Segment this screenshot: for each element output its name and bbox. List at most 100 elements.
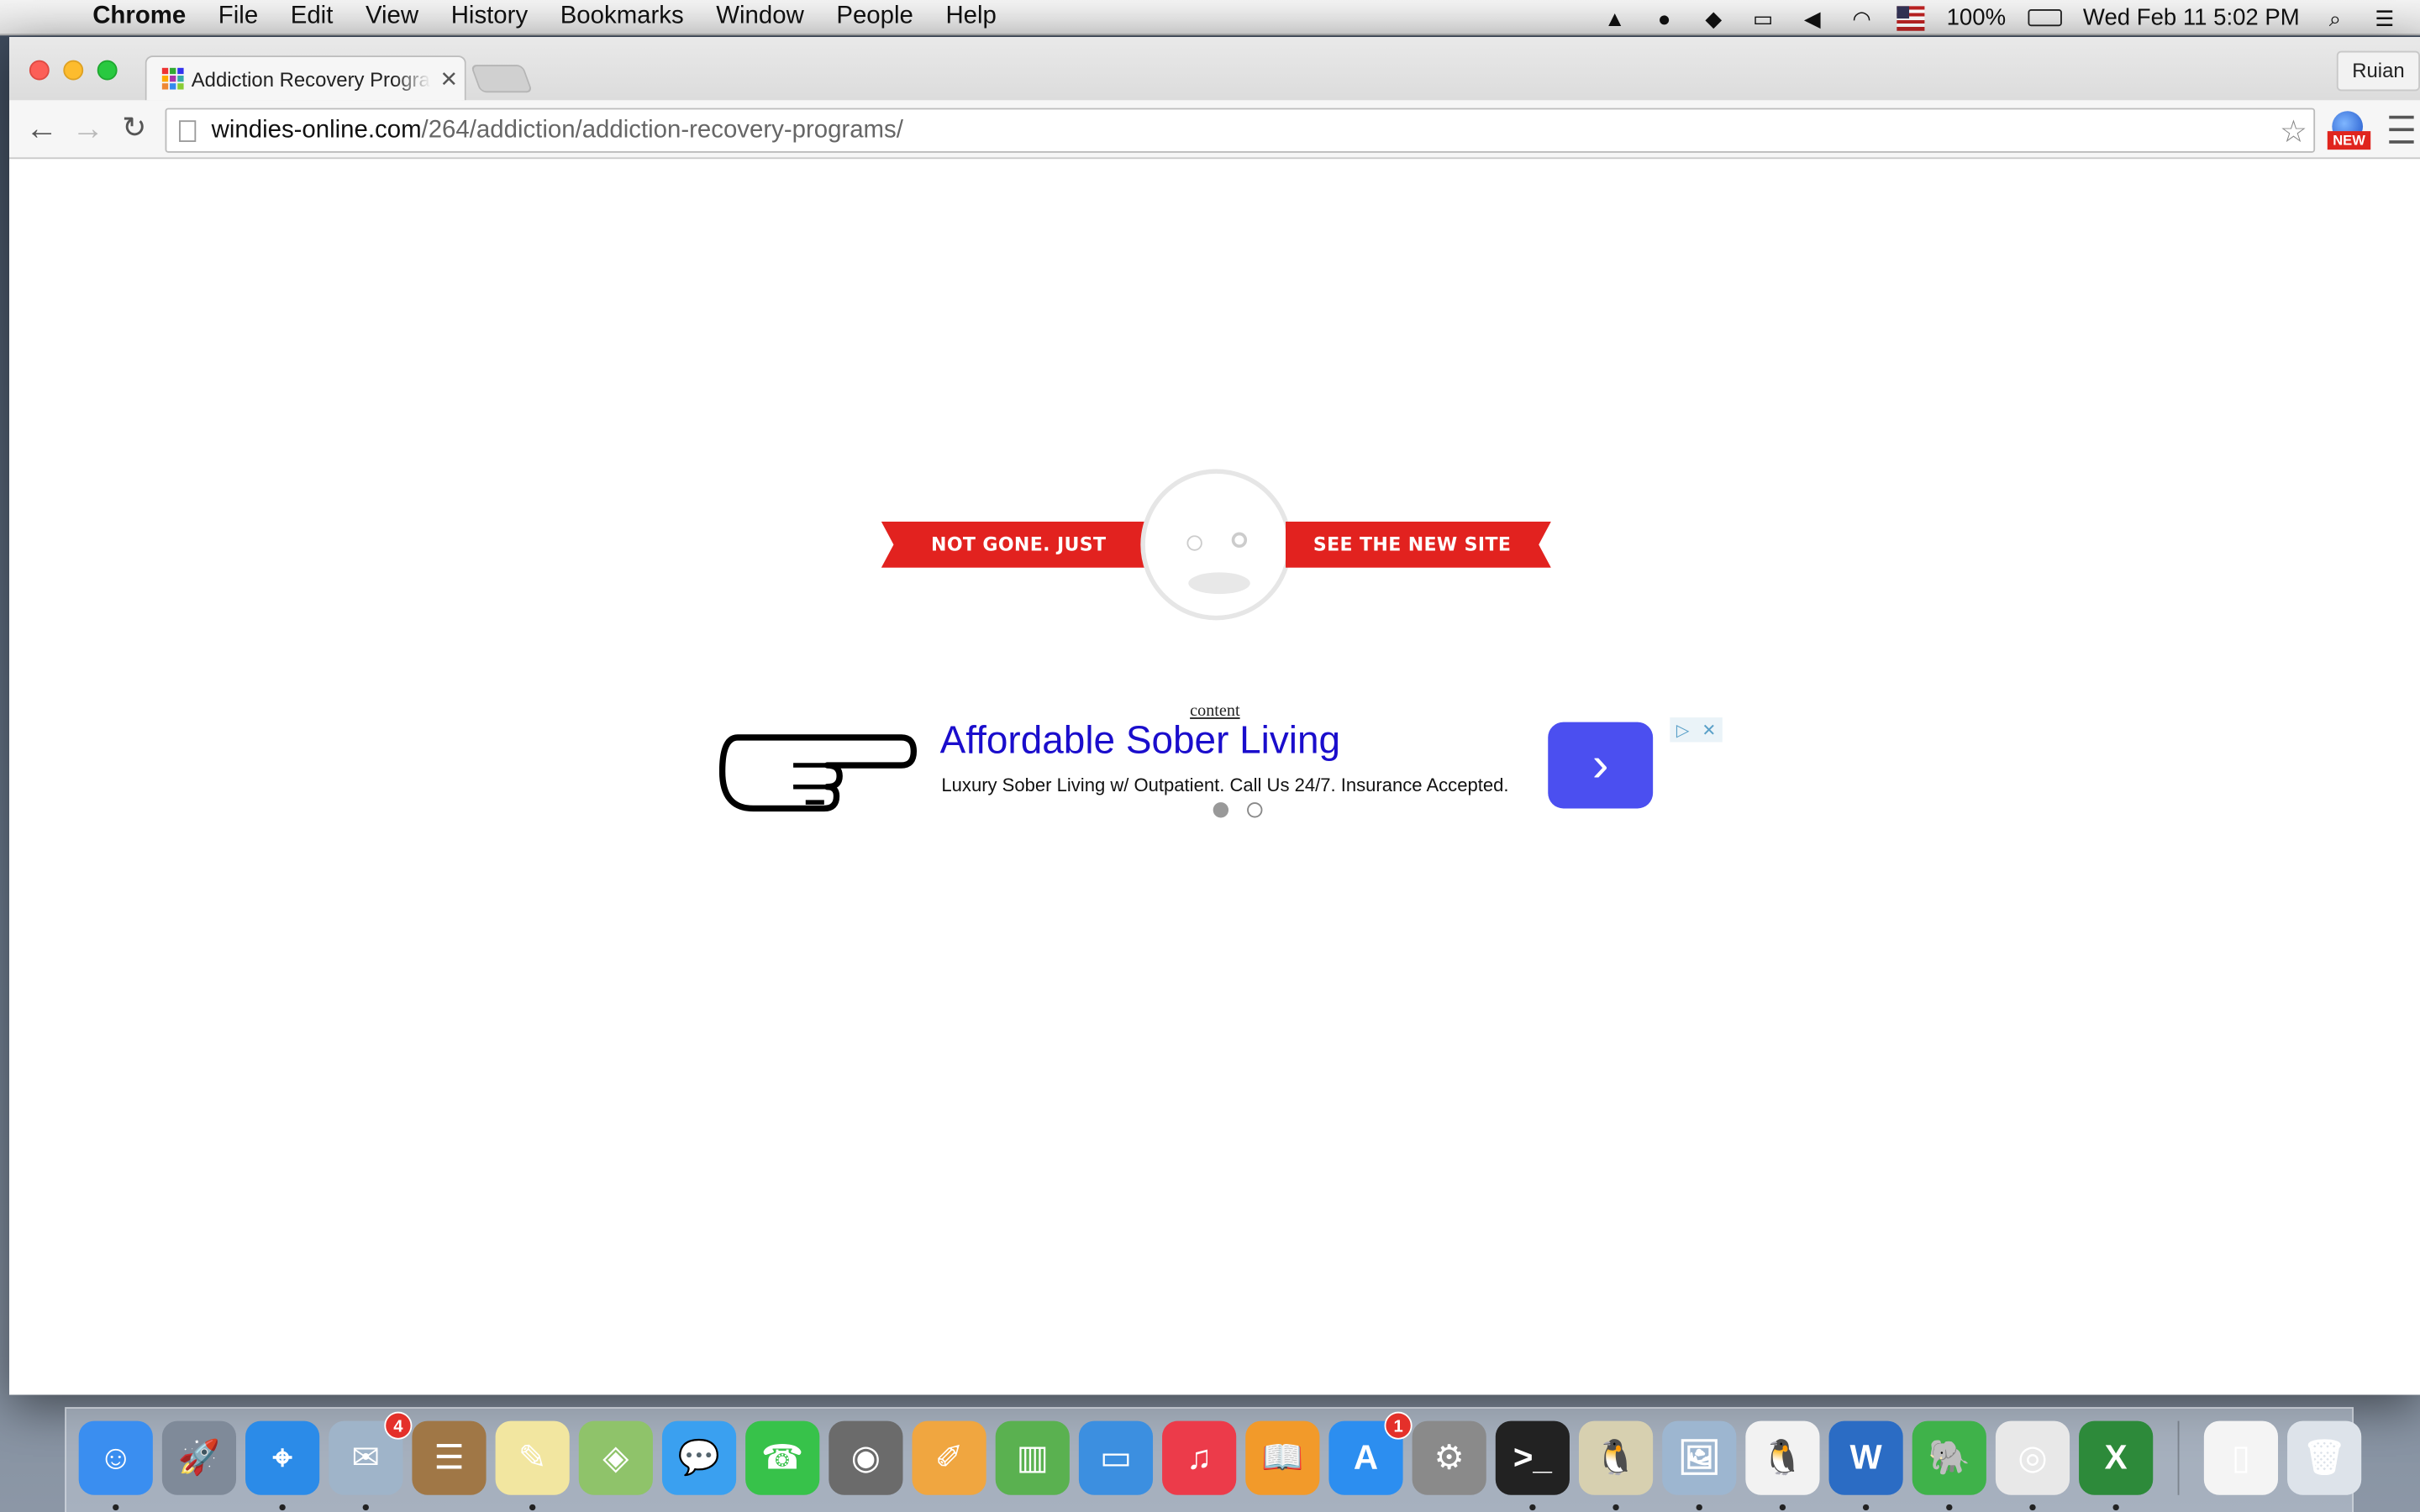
documents-stack-icon[interactable]: ▯ <box>2203 1420 2279 1495</box>
chrome-icon[interactable]: ◎ <box>1995 1420 2070 1511</box>
numbers-icon[interactable]: ▥ <box>995 1420 1070 1495</box>
app-menu[interactable]: Chrome <box>92 3 186 31</box>
ad-title-link[interactable]: Affordable Sober Living <box>940 719 1341 764</box>
ribbon-not-gone[interactable]: NOT GONE. JUST MOVED <box>881 521 1147 568</box>
input-source-flag-icon[interactable] <box>1897 5 1925 30</box>
menu-people[interactable]: People <box>836 3 913 31</box>
maps-icon[interactable]: ◈ <box>578 1420 653 1495</box>
evernote-status-icon[interactable]: ◆ <box>1700 5 1728 29</box>
spotlight-search-icon[interactable]: ⌕ <box>2321 5 2349 29</box>
pages-icon[interactable]: ✐ <box>912 1420 986 1495</box>
battery-percent: 100% <box>1946 4 2007 31</box>
volume-icon[interactable]: ◀ <box>1798 5 1826 29</box>
notification-bell-icon[interactable]: ▲ <box>1601 5 1628 29</box>
menu-window[interactable]: Window <box>716 3 804 31</box>
running-indicator <box>1612 1504 1619 1511</box>
ad-unit[interactable]: Affordable Sober Living Luxury Sober Liv… <box>718 716 1738 824</box>
menu-history[interactable]: History <box>451 3 528 31</box>
carousel-dot-1[interactable] <box>1213 802 1229 818</box>
terminal-icon[interactable]: >_ <box>1495 1420 1570 1511</box>
desktop: Chrome File Edit View History Bookmarks … <box>0 0 2420 1512</box>
menu-help[interactable]: Help <box>945 3 996 31</box>
ibooks-icon[interactable]: 📖 <box>1245 1420 1320 1495</box>
safari-icon[interactable]: ⌖ <box>245 1420 320 1511</box>
new-tab-button[interactable] <box>470 65 534 93</box>
qq-icon[interactable]: 🐧 <box>1745 1420 1820 1511</box>
menubar-clock[interactable]: Wed Feb 11 5:02 PM <box>2083 5 2300 31</box>
close-window-button[interactable] <box>29 60 50 81</box>
menu-bookmarks[interactable]: Bookmarks <box>560 3 684 31</box>
browser-toolbar: ← → ↻ windies-online.com/264/addiction/a… <box>9 100 2420 160</box>
minimize-window-button[interactable] <box>63 60 84 81</box>
tab-strip: Addiction Recovery Programs ✕ Ruian <box>9 37 2420 101</box>
running-indicator <box>1779 1504 1786 1511</box>
ad-choices-icon[interactable]: ▷ ✕ <box>1670 717 1723 743</box>
running-indicator <box>1696 1504 1702 1511</box>
reload-icon[interactable]: ↻ <box>118 113 151 146</box>
cyberduck-icon[interactable]: 🐧 <box>1578 1420 1654 1511</box>
messages-icon[interactable]: 💬 <box>661 1420 737 1495</box>
word-icon[interactable]: W <box>1828 1420 1903 1511</box>
menu-view[interactable]: View <box>366 3 418 31</box>
wifi-icon[interactable]: ◠ <box>1848 5 1876 29</box>
dock: ☺ 🚀 ⌖ ✉ 4 ☰ ✎ ◈ 💬 ☎ ◉ ✐ ▥ ▭ ♫ 📖 A 1 ⚙ >_ 🐧 🖼 🐧 W 🐘 ◎ X ▯ 🗑 <box>65 1407 2362 1512</box>
airplay-icon[interactable]: ▭ <box>1749 5 1777 29</box>
page-icon <box>179 119 197 142</box>
forward-arrow-icon[interactable]: → <box>71 112 104 146</box>
qq-status-icon[interactable]: ● <box>1650 5 1678 29</box>
menu-bar: Chrome File Edit View History Bookmarks … <box>0 0 2420 36</box>
running-indicator <box>1946 1504 1953 1511</box>
trash-icon[interactable]: 🗑 <box>2287 1420 2362 1495</box>
notes-icon[interactable]: ✎ <box>495 1420 570 1511</box>
pointing-hand-icon <box>718 734 918 812</box>
contacts-icon[interactable]: ☰ <box>412 1420 487 1495</box>
extension-icon[interactable]: NEW <box>2327 111 2371 151</box>
ribbon-new-site-link[interactable]: SEE THE NEW SITE HERE <box>1286 522 1551 568</box>
ad-carousel-dots <box>1213 802 1263 818</box>
notification-badge: 4 <box>384 1411 413 1440</box>
preview-icon[interactable]: 🖼 <box>1662 1420 1737 1511</box>
excel-icon[interactable]: X <box>2079 1420 2154 1511</box>
surprised-face-icon <box>1140 469 1292 621</box>
battery-icon[interactable] <box>2027 9 2062 27</box>
zoom-window-button[interactable] <box>97 60 118 81</box>
tab-title: Addiction Recovery Programs <box>191 66 431 91</box>
url-host: windies-online.com <box>211 116 422 143</box>
bookmark-star-icon[interactable]: ☆ <box>2280 113 2307 151</box>
running-indicator <box>529 1504 536 1511</box>
finder-icon[interactable]: ☺ <box>78 1420 153 1511</box>
menu-file[interactable]: File <box>218 3 258 31</box>
back-arrow-icon[interactable]: ← <box>24 112 58 146</box>
facetime-icon[interactable]: ☎ <box>745 1420 820 1495</box>
mail-icon[interactable]: ✉ 4 <box>329 1411 413 1511</box>
ad-description: Luxury Sober Living w/ Outpatient. Call … <box>941 774 1509 796</box>
running-indicator <box>1529 1504 1536 1511</box>
notification-center-icon[interactable]: ☰ <box>2370 5 2398 29</box>
status-area: ▲ ● ◆ ▭ ◀ ◠ 100% Wed Feb 11 5:02 PM ⌕ ☰ <box>1601 0 2398 35</box>
evernote-icon[interactable]: 🐘 <box>1912 1420 1986 1511</box>
carousel-dot-2[interactable] <box>1247 802 1263 818</box>
extension-badge: NEW <box>2327 131 2371 150</box>
photo-booth-icon[interactable]: ◉ <box>829 1420 903 1495</box>
running-indicator <box>2029 1504 2036 1511</box>
moved-banner[interactable]: NOT GONE. JUST MOVED SEE THE NEW SITE HE… <box>881 469 1551 623</box>
running-indicator <box>113 1504 119 1511</box>
dock-app-list: ☺ 🚀 ⌖ ✉ 4 ☰ ✎ ◈ 💬 ☎ ◉ ✐ ▥ ▭ ♫ 📖 A 1 ⚙ >_ 🐧 🖼 🐧 W 🐘 ◎ X ▯ 🗑 <box>78 1411 2362 1511</box>
itunes-icon[interactable]: ♫ <box>1162 1420 1237 1495</box>
profile-button[interactable]: Ruian <box>2336 50 2420 92</box>
tab-active[interactable]: Addiction Recovery Programs ✕ <box>145 55 466 101</box>
keynote-icon[interactable]: ▭ <box>1078 1420 1154 1495</box>
page-content: NOT GONE. JUST MOVED SEE THE NEW SITE HE… <box>9 160 2420 1395</box>
menu-edit[interactable]: Edit <box>291 3 334 31</box>
chrome-window: Addiction Recovery Programs ✕ Ruian ← → … <box>9 37 2420 1395</box>
system-preferences-icon[interactable]: ⚙ <box>1412 1420 1486 1495</box>
chrome-menu-icon[interactable] <box>2389 115 2414 144</box>
running-indicator <box>2112 1504 2119 1511</box>
launchpad-icon[interactable]: 🚀 <box>161 1420 237 1495</box>
running-indicator <box>279 1504 286 1511</box>
ad-next-arrow-button[interactable]: › <box>1548 722 1654 809</box>
app-store-icon[interactable]: A1 <box>1328 1411 1413 1495</box>
tab-close-icon[interactable]: ✕ <box>439 66 458 92</box>
address-bar[interactable]: windies-online.com/264/addiction/addicti… <box>165 108 2316 153</box>
dock-separator <box>2177 1420 2180 1495</box>
